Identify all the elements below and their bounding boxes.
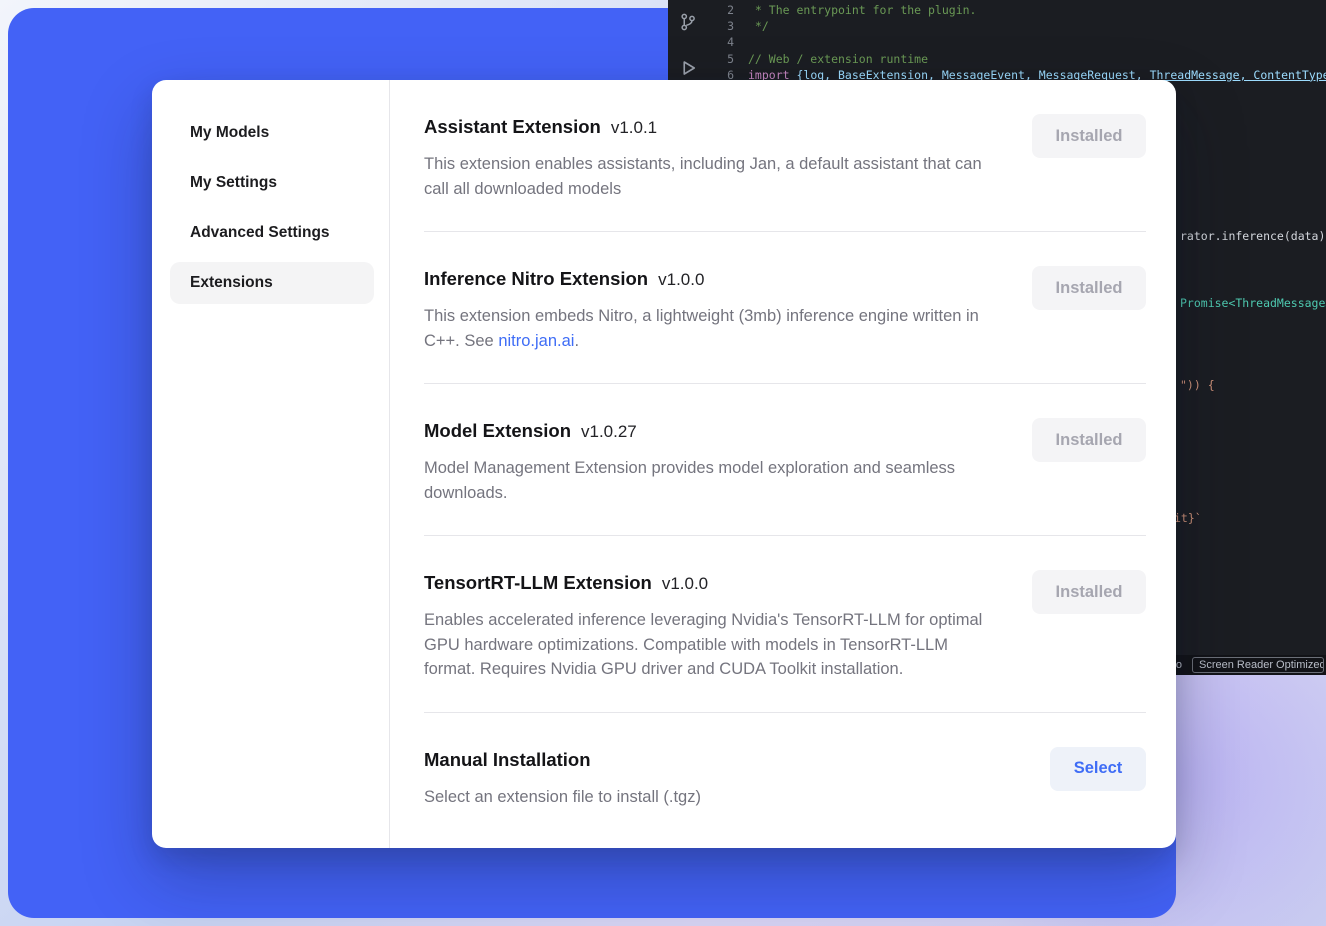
extension-description: Enables accelerated inference leveraging… — [424, 608, 999, 682]
code-fragment: it}` — [1174, 511, 1202, 525]
extension-name: Assistant Extension — [424, 116, 601, 137]
sidebar-item-label: My Models — [190, 124, 269, 142]
extension-heading: Model Extension v1.0.27 — [424, 418, 999, 444]
code-line: 4 — [710, 34, 1326, 50]
extension-row-model: Model Extension v1.0.27 Model Management … — [424, 384, 1146, 536]
page: 2 * The entrypoint for the plugin. 3 */ … — [0, 0, 1326, 926]
settings-modal: My Models My Settings Advanced Settings … — [152, 80, 1176, 848]
sidebar-item-advanced-settings[interactable]: Advanced Settings — [170, 212, 374, 254]
installed-button[interactable]: Installed — [1032, 266, 1146, 310]
select-file-button[interactable]: Select — [1050, 747, 1146, 791]
extension-version: v1.0.1 — [611, 118, 657, 137]
extension-version: v1.0.0 — [658, 270, 704, 289]
manual-installation-description: Select an extension file to install (.tg… — [424, 785, 701, 810]
code-text: */ — [748, 18, 769, 34]
code-line: 2 * The entrypoint for the plugin. — [710, 2, 1326, 18]
sidebar-item-label: Extensions — [190, 274, 273, 292]
code-fragment: ")) { — [1180, 378, 1215, 392]
extension-row-inference-nitro: Inference Nitro Extension v1.0.0 This ext… — [424, 232, 1146, 384]
code-fragment: Promise<ThreadMessage> — [1180, 296, 1326, 310]
extension-version: v1.0.27 — [581, 422, 637, 441]
settings-sidebar: My Models My Settings Advanced Settings … — [152, 80, 390, 848]
line-number: 5 — [710, 51, 734, 67]
extension-description: This extension embeds Nitro, a lightweig… — [424, 304, 999, 353]
installed-button[interactable]: Installed — [1032, 114, 1146, 158]
code-line: 5 // Web / extension runtime — [710, 51, 1326, 67]
extension-heading: TensortRT-LLM Extension v1.0.0 — [424, 570, 999, 596]
code-line: 3 */ — [710, 18, 1326, 34]
line-number: 4 — [710, 34, 734, 50]
git-branch-icon — [678, 12, 698, 32]
extension-description: This extension enables assistants, inclu… — [424, 152, 999, 201]
installed-button[interactable]: Installed — [1032, 418, 1146, 462]
sidebar-item-label: My Settings — [190, 174, 277, 192]
code-text: // Web / extension runtime — [748, 51, 928, 67]
code-text: * The entrypoint for the plugin. — [748, 2, 976, 18]
manual-installation-title: Manual Installation — [424, 749, 591, 770]
editor-code-area: 2 * The entrypoint for the plugin. 3 */ … — [710, 2, 1326, 83]
line-number: 3 — [710, 18, 734, 34]
extensions-panel: Assistant Extension v1.0.1 This extension… — [390, 80, 1176, 848]
description-text: . — [574, 332, 579, 350]
sidebar-item-label: Advanced Settings — [190, 224, 330, 242]
code-fragment: rator.inference(data)); — [1180, 229, 1326, 243]
sidebar-item-my-settings[interactable]: My Settings — [170, 162, 374, 204]
sidebar-item-my-models[interactable]: My Models — [170, 112, 374, 154]
extension-heading: Manual Installation — [424, 747, 701, 773]
extension-name: Model Extension — [424, 420, 571, 441]
installed-button[interactable]: Installed — [1032, 570, 1146, 614]
manual-installation-row: Manual Installation Select an extension … — [424, 713, 1146, 840]
extension-heading: Assistant Extension v1.0.1 — [424, 114, 999, 140]
nitro-link[interactable]: nitro.jan.ai — [498, 332, 574, 350]
line-number: 2 — [710, 2, 734, 18]
extension-row-tensorrt-llm: TensortRT-LLM Extension v1.0.0 Enables ac… — [424, 536, 1146, 713]
run-debug-icon — [678, 58, 698, 78]
extension-name: Inference Nitro Extension — [424, 268, 648, 289]
extension-description: Model Management Extension provides mode… — [424, 456, 999, 505]
screen-reader-mode-badge: Screen Reader Optimized — [1192, 657, 1324, 673]
extension-heading: Inference Nitro Extension v1.0.0 — [424, 266, 999, 292]
extension-name: TensortRT-LLM Extension — [424, 572, 652, 593]
sidebar-item-extensions[interactable]: Extensions — [170, 262, 374, 304]
extension-version: v1.0.0 — [662, 574, 708, 593]
extension-row-assistant: Assistant Extension v1.0.1 This extension… — [424, 80, 1146, 232]
